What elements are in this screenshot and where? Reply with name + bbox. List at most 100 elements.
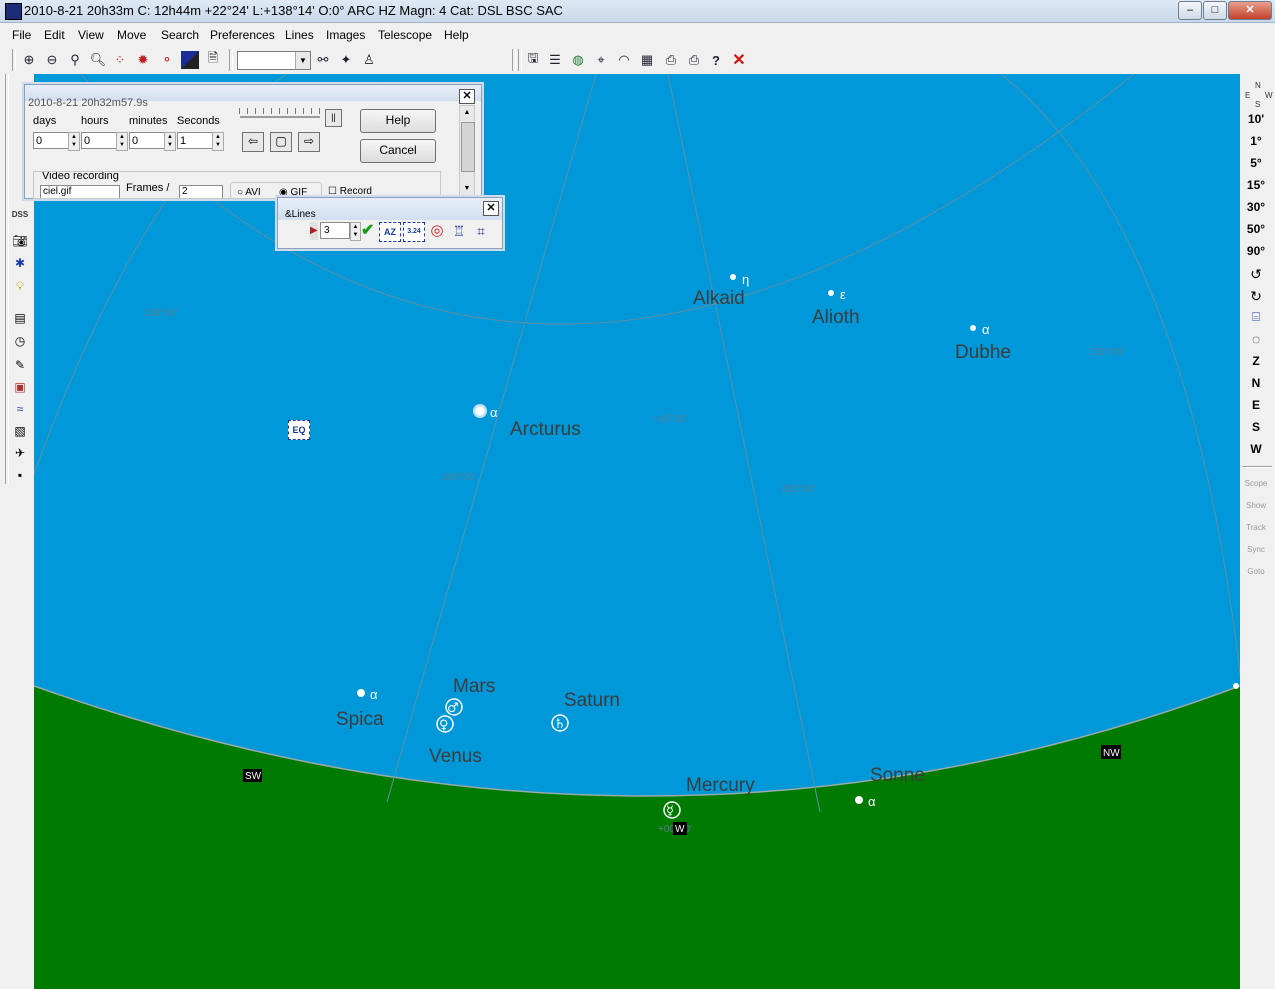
checkmark-icon[interactable]: ✔ [361,222,379,240]
close-button[interactable]: ✕ [1228,1,1272,20]
step-back-icon[interactable]: ⇦ [242,132,264,152]
save-icon[interactable]: 🖫︎ [524,50,542,69]
help-button[interactable]: Help [360,109,436,133]
minutes-input[interactable]: 0 ▲ ▼ [129,132,176,151]
avi-radio[interactable]: ○ AVI [237,187,261,198]
menu-help[interactable]: Help [444,28,469,42]
find-star-icon[interactable]: ✦ [337,51,355,69]
menu-file[interactable]: File [12,28,31,42]
spin-arrows-icon[interactable]: ▲ ▼ [116,132,128,151]
camera-icon[interactable]: 📷︎ [11,232,29,250]
dialog-scrollbar[interactable]: ▲ ▼ [459,105,475,197]
scroll-down-icon[interactable]: ▼ [460,182,474,196]
fov-1deg-button[interactable]: 1° [1241,134,1271,148]
line-tool-icon[interactable]: ≈ [11,400,29,418]
speed-slider-track[interactable] [240,116,320,118]
calendar-icon[interactable]: ▦ [638,51,656,69]
spin-arrows-icon[interactable]: ▲ ▼ [68,132,80,151]
stop-icon[interactable]: ▢ [270,132,292,152]
clock-icon[interactable]: ◷ [11,332,29,350]
hours-input[interactable]: 0 ▲ ▼ [81,132,128,151]
pencil-icon[interactable]: ✎ [11,356,29,374]
sky-map[interactable]: 195°00' +45°00' 240°00' 285°00' 330°00' … [34,74,1240,989]
binoculars-icon[interactable]: ⚯ [314,51,332,69]
fov-15deg-button[interactable]: 15° [1241,178,1271,192]
exit-icon[interactable]: ✕ [730,51,748,69]
menu-lines[interactable]: Lines [285,28,314,42]
fov-10min-button[interactable]: 10' [1241,112,1271,126]
rotate-left-icon[interactable]: ↺ [1241,266,1271,283]
fov-50deg-button[interactable]: 50° [1241,222,1271,236]
close-icon[interactable]: ✕ [483,201,499,216]
pause-button[interactable]: || [325,109,342,127]
calendar-icon[interactable]: ▤ [11,309,29,327]
track-button[interactable]: Track [1241,523,1271,532]
dss-icon[interactable]: DSS [11,205,29,223]
help-icon[interactable]: ? [707,51,725,69]
minimize-button[interactable]: – [1178,1,1202,20]
direction-e-button[interactable]: E [1241,398,1271,412]
direction-w-button[interactable]: W [1241,442,1271,456]
satellite-icon[interactable]: ✈ [11,444,29,462]
fov-5deg-button[interactable]: 5° [1241,156,1271,170]
target-icon[interactable]: ◎ [428,222,446,240]
record-checkbox[interactable]: ☐ Record [328,186,372,197]
frames-select[interactable]: 2 [179,185,223,198]
page-icon[interactable]: 🗎︎ [204,50,222,69]
menu-preferences[interactable]: Preferences [210,28,275,42]
night-mode-icon[interactable] [181,51,199,69]
sync-button[interactable]: Sync [1241,545,1271,554]
zoom-rectangle-icon[interactable]: ⚲ [66,51,84,69]
menu-search[interactable]: Search [161,28,199,42]
find-person-icon[interactable]: ♙ [360,51,378,69]
scope-button[interactable]: Scope [1241,479,1271,488]
caret-right-icon[interactable]: ▶ [310,222,318,240]
zoom-in-icon[interactable]: ⊕ [20,51,38,69]
circle-icon[interactable]: ◌ [1241,331,1271,347]
cancel-button[interactable]: Cancel [360,139,436,163]
zoom-out-icon[interactable]: ⊖ [43,51,61,69]
grid-number-button[interactable]: 3.24 [403,222,425,242]
chevron-down-icon[interactable]: ▼ [295,52,310,69]
spin-arrows-icon[interactable]: ▲ ▼ [350,222,361,241]
video-file-select[interactable]: ciel.gif [40,185,120,198]
menu-telescope[interactable]: Telescope [378,28,432,42]
az-grid-button[interactable]: AZ [379,222,401,242]
document-icon[interactable]: ▧ [11,422,29,440]
spin-arrows-icon[interactable]: ▲ ▼ [164,132,176,151]
direction-z-button[interactable]: Z [1241,354,1271,368]
spin-arrows-icon[interactable]: ▲ ▼ [212,132,224,151]
telescope-icon[interactable]: ⌖ [592,51,610,69]
menu-images[interactable]: Images [326,28,365,42]
scroll-up-icon[interactable]: ▲ [460,106,474,120]
goto-button[interactable]: Goto [1241,567,1271,576]
step-forward-icon[interactable]: ⇨ [298,132,320,152]
chart-icon[interactable]: ▣ [11,378,29,396]
grid-spacing-input[interactable]: 3 [320,222,350,239]
close-icon[interactable]: ✕ [459,89,475,104]
person-icon[interactable]: ✱ [11,254,29,272]
flip-icon[interactable]: ⌸ [1241,309,1271,325]
planet-icon[interactable]: ⚬ [158,51,176,69]
maximize-button[interactable]: □ [1203,1,1227,20]
print-setup-icon[interactable]: ⎙ [685,51,703,69]
fov-90deg-button[interactable]: 90° [1241,244,1271,258]
scroll-thumb[interactable] [461,122,475,172]
constellation-icon[interactable]: ⁘ [111,51,129,69]
add-object-icon[interactable]: ▪ [11,466,29,484]
constellation-figure-icon[interactable]: ♖ [450,222,468,240]
fov-30deg-button[interactable]: 30° [1241,200,1271,214]
print-icon[interactable]: ⎙ [662,51,680,69]
show-button[interactable]: Show [1241,501,1271,510]
menu-edit[interactable]: Edit [44,28,65,42]
orientation-indicator[interactable]: N E W S [1243,81,1273,109]
gauge-icon[interactable]: ◠ [615,51,633,69]
rotate-right-icon[interactable]: ↻ [1241,288,1271,305]
direction-n-button[interactable]: N [1241,376,1271,390]
seconds-input[interactable]: 1 ▲ ▼ [177,132,224,151]
menu-move[interactable]: Move [117,28,146,42]
fov-select[interactable]: ▼ [237,51,311,70]
direction-s-button[interactable]: S [1241,420,1271,434]
lightbulb-icon[interactable]: 💡︎ [11,277,29,295]
search-icon[interactable]: 🔍︎ [89,51,107,69]
